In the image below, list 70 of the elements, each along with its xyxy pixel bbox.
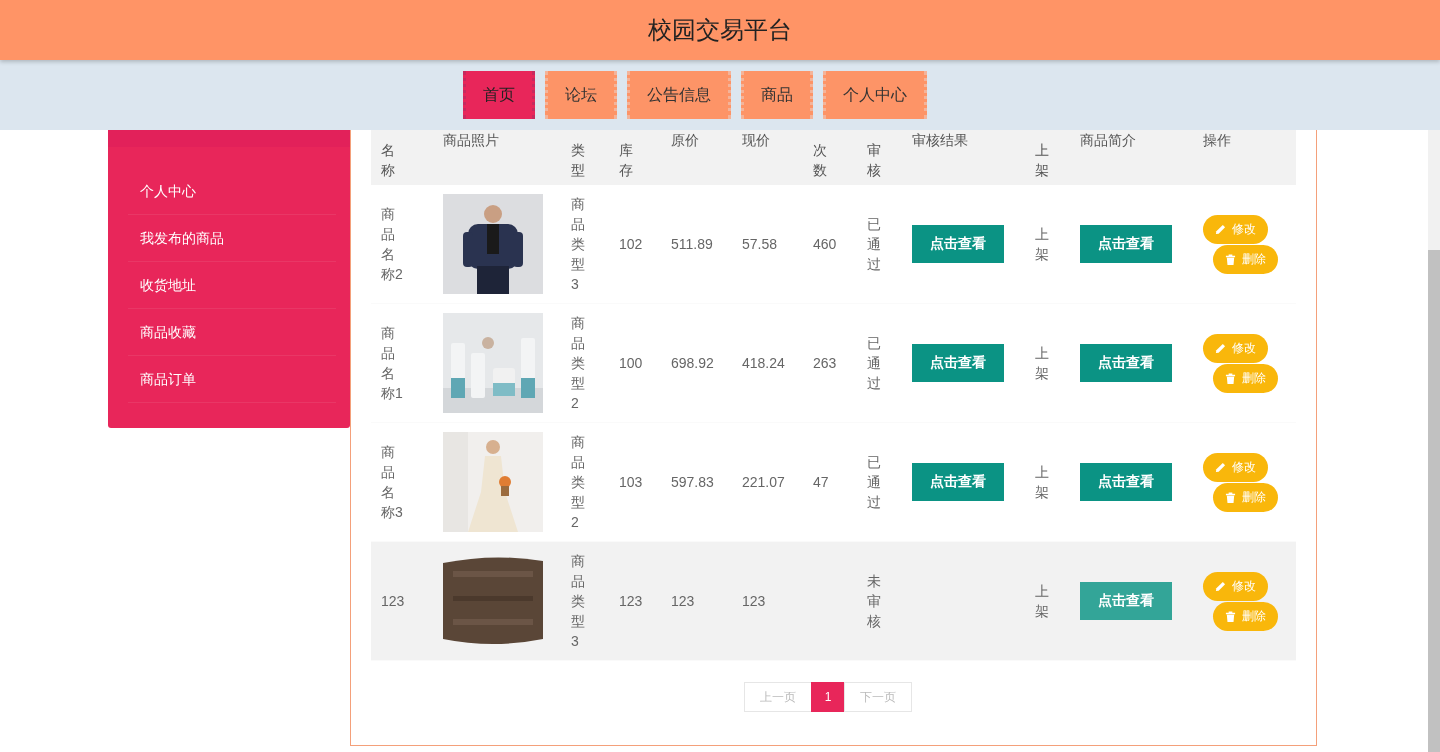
audit-status: 已通过 (867, 215, 882, 274)
product-name: 商品名称3 (381, 443, 403, 522)
click-count: 47 (813, 474, 829, 490)
scrollbar[interactable] (1428, 130, 1440, 752)
nav-tab[interactable]: 商品 (741, 71, 813, 119)
nav-tab[interactable]: 公告信息 (627, 71, 731, 119)
pencil-icon (1215, 580, 1226, 592)
trash-icon (1225, 253, 1236, 265)
view-button[interactable]: 点击查看 (1080, 344, 1172, 382)
column-header: 商品照片 (443, 131, 499, 150)
stock-count: 123 (619, 593, 643, 609)
stock-count: 102 (619, 236, 643, 252)
product-type: 商品类型2 (571, 433, 586, 532)
trash-icon (1225, 610, 1236, 622)
stock-count: 103 (619, 474, 643, 490)
site-title: 校园交易平台 (648, 15, 792, 45)
nav-tab[interactable]: 论坛 (545, 71, 617, 119)
trash-icon (1225, 491, 1236, 503)
original-price: 698.92 (671, 355, 714, 371)
column-header: 名称 (381, 141, 396, 180)
column-header: 类型 (571, 141, 586, 180)
column-header: 审核 (867, 141, 882, 180)
pencil-icon (1215, 342, 1226, 354)
product-type: 商品类型3 (571, 552, 586, 651)
column-header: 原价 (671, 131, 699, 150)
column-header: 次数 (813, 141, 828, 180)
view-button[interactable]: 点击查看 (1080, 463, 1172, 501)
shelf-status: 上架 (1035, 344, 1050, 383)
shelf-status: 上架 (1035, 463, 1050, 502)
product-type: 商品类型2 (571, 314, 586, 413)
column-header: 审核结果 (912, 131, 968, 150)
stock-count: 100 (619, 355, 643, 371)
current-price: 57.58 (742, 236, 778, 252)
current-price: 221.07 (742, 474, 785, 490)
view-button[interactable]: 点击查看 (912, 463, 1004, 501)
product-name: 商品名称2 (381, 205, 403, 284)
column-header: 现价 (742, 131, 770, 150)
click-count: 460 (813, 236, 837, 252)
original-price: 123 (671, 593, 695, 609)
sidebar-item[interactable]: 个人中心 (128, 168, 336, 215)
original-price: 597.83 (671, 474, 714, 490)
pencil-icon (1215, 461, 1226, 473)
column-header: 商品简介 (1080, 131, 1136, 150)
view-button[interactable]: 点击查看 (1080, 225, 1172, 263)
click-count: 263 (813, 355, 837, 371)
audit-status: 已通过 (867, 334, 882, 393)
audit-status: 已通过 (867, 453, 882, 512)
column-header: 库存 (619, 141, 634, 180)
product-name: 123 (381, 592, 403, 611)
original-price: 511.89 (671, 236, 713, 252)
product-type: 商品类型3 (571, 195, 586, 294)
product-name: 商品名称1 (381, 324, 403, 403)
shelf-status: 上架 (1035, 582, 1050, 621)
shelf-status: 上架 (1035, 225, 1050, 264)
current-price: 418.24 (742, 355, 785, 371)
trash-icon (1225, 372, 1236, 384)
nav-tab[interactable]: 首页 (463, 71, 535, 119)
column-header: 操作 (1203, 131, 1231, 150)
sidebar-item[interactable]: 商品订单 (128, 356, 336, 403)
view-button[interactable]: 点击查看 (912, 225, 1004, 263)
nav-tab[interactable]: 个人中心 (823, 71, 927, 119)
audit-status: 未审核 (867, 572, 882, 631)
current-price: 123 (742, 593, 766, 609)
view-button[interactable]: 点击查看 (1080, 582, 1172, 620)
column-header: 上架 (1035, 141, 1050, 180)
sidebar-item[interactable]: 商品收藏 (128, 309, 336, 356)
pencil-icon (1215, 223, 1226, 235)
view-button[interactable]: 点击查看 (912, 344, 1004, 382)
sidebar-item[interactable]: 收货地址 (128, 262, 336, 309)
sidebar-item[interactable]: 我发布的商品 (128, 215, 336, 262)
